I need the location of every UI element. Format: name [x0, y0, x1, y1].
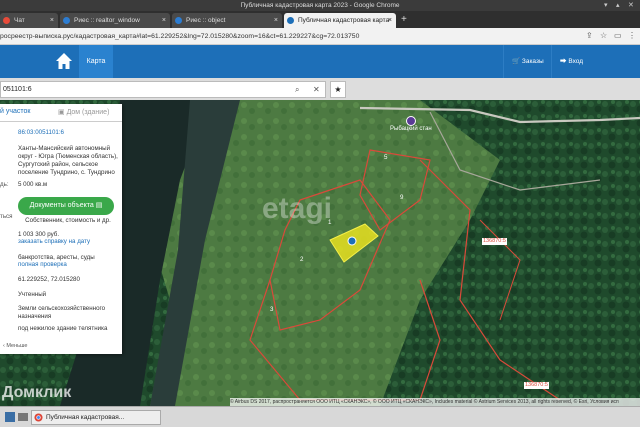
favorite-star-icon[interactable]: ★: [330, 81, 346, 98]
area-label: дь:: [0, 181, 9, 188]
parcel-number-label: 2: [300, 256, 304, 263]
orders-button[interactable]: 🛒 Заказы: [503, 45, 549, 78]
collapse-label: Меньше: [6, 343, 28, 349]
coordinates: 61.229252, 72.015280: [18, 276, 80, 283]
chat-favicon-icon: [3, 17, 10, 24]
map-search-row: 051101:6 ⌕ ✕ ★: [0, 80, 640, 100]
parcel-cadastral-label: 136870:5: [482, 238, 507, 245]
maximize-icon[interactable]: ▴: [616, 0, 620, 11]
url-field[interactable]: росреестр-выписка.рус/кадастровая_карта#…: [0, 31, 359, 42]
owner-label: ться: [0, 213, 13, 220]
object-documents-button[interactable]: Документы объекта ▤: [18, 197, 114, 215]
app-menu-icon[interactable]: [4, 411, 16, 423]
extensions-icon[interactable]: ▭: [614, 30, 622, 42]
tab-object[interactable]: Риес :: object ×: [172, 13, 282, 28]
close-tab-icon[interactable]: ×: [388, 13, 392, 28]
menu-icon[interactable]: ⋮: [628, 30, 636, 42]
panel-tabs: й участок ▣ Дом (здание): [0, 104, 122, 122]
taskbar-app-label: Публичная кадастровая...: [46, 414, 125, 421]
share-icon[interactable]: ⇪: [586, 30, 593, 42]
documents-subtitle: Собственник, стоимость и др.: [25, 217, 111, 224]
permitted-use: под нежилое здание телятника: [18, 325, 108, 332]
document-icon: ▤: [95, 202, 103, 209]
cart-icon: 🛒: [512, 58, 521, 65]
show-desktop-icon[interactable]: [17, 411, 29, 423]
login-icon: ⮕: [560, 58, 567, 65]
window-title: Публичная кадастровая карта 2023 - Googl…: [240, 2, 400, 9]
parcel-info-panel: й участок ▣ Дом (здание) 86:03:0051101:6…: [0, 104, 122, 354]
land-category: Земли сельскохозяйственного назначения: [18, 305, 106, 320]
site-header: Карта 🛒 Заказы ⮕ Вход: [0, 45, 640, 78]
close-tab-icon[interactable]: ×: [274, 13, 278, 28]
nav-map[interactable]: Карта: [79, 45, 113, 78]
bookmark-star-icon[interactable]: ☆: [600, 30, 607, 42]
site-favicon-icon: [287, 17, 294, 24]
tab-building[interactable]: ▣ Дом (здание): [58, 108, 109, 116]
map-copyright: © Airbus DS 2017, распространяется ООО И…: [230, 398, 640, 406]
tab-label: Чат: [14, 17, 25, 24]
parcel-status: Учтенный: [18, 291, 47, 298]
site-favicon-icon: [63, 17, 70, 24]
search-icon[interactable]: ⌕: [295, 82, 299, 97]
domclick-watermark: Домклик: [2, 384, 72, 401]
window-titlebar: Публичная кадастровая карта 2023 - Googl…: [0, 0, 640, 11]
os-taskbar: Публичная кадастровая...: [0, 406, 640, 427]
collapse-panel-button[interactable]: ‹ Меньше: [0, 340, 36, 353]
building-icon: ▣: [58, 109, 67, 116]
fishing-camp-label: Рыбацкий стан: [390, 126, 432, 132]
documents-button-label: Документы объекта: [29, 202, 94, 209]
tab-label: Риес :: object: [186, 17, 226, 24]
address-bar: росреестр-выписка.рус/кадастровая_карта#…: [0, 28, 640, 45]
etagi-watermark: etagi: [262, 192, 333, 225]
order-certificate-link[interactable]: заказать справку на дату: [18, 238, 118, 246]
chrome-icon: [34, 413, 43, 422]
site-favicon-icon: [175, 17, 182, 24]
tab-chat[interactable]: Чат ×: [0, 13, 58, 28]
full-check-link[interactable]: полная проверка: [18, 261, 118, 269]
tab-label: Риес :: realtor_window: [74, 17, 140, 24]
tab-bar: Чат × Риес :: realtor_window × Риес :: o…: [0, 11, 640, 28]
tab-building-label: Дом (здание): [66, 109, 110, 116]
tab-label: Публичная кадастровая карта: [298, 17, 390, 24]
home-icon[interactable]: [55, 52, 73, 70]
parcel-address: Ханты-Мансийский автономный округ - Югра…: [18, 145, 118, 176]
close-window-icon[interactable]: ✕: [628, 0, 634, 11]
clear-icon[interactable]: ✕: [313, 82, 320, 97]
parcel-number-label: 9: [400, 194, 404, 201]
parcel-cadastral-label: 136870:5: [524, 382, 549, 389]
tab-realtor-window[interactable]: Риес :: realtor_window ×: [60, 13, 170, 28]
close-tab-icon[interactable]: ×: [50, 13, 54, 28]
area-value: 5 000 кв.м: [18, 181, 48, 188]
cadastral-number[interactable]: 86:03:0051101:6: [18, 129, 118, 137]
cadastral-search-input[interactable]: 051101:6 ⌕ ✕: [0, 81, 326, 98]
new-tab-button[interactable]: +: [401, 13, 407, 27]
search-value: 051101:6: [3, 86, 32, 93]
parcel-number-label: 3: [270, 306, 274, 313]
taskbar-chrome-window[interactable]: Публичная кадастровая...: [31, 410, 161, 425]
tab-cadastral-map[interactable]: Публичная кадастровая карта ×: [284, 13, 396, 28]
login-label: Вход: [568, 58, 584, 65]
login-button[interactable]: ⮕ Вход: [551, 45, 591, 78]
tab-land-plot[interactable]: й участок: [0, 108, 30, 115]
parcel-number-label: 5: [384, 154, 388, 161]
close-tab-icon[interactable]: ×: [162, 13, 166, 28]
minimize-icon[interactable]: ▾: [604, 0, 608, 11]
orders-label: Заказы: [521, 58, 544, 65]
